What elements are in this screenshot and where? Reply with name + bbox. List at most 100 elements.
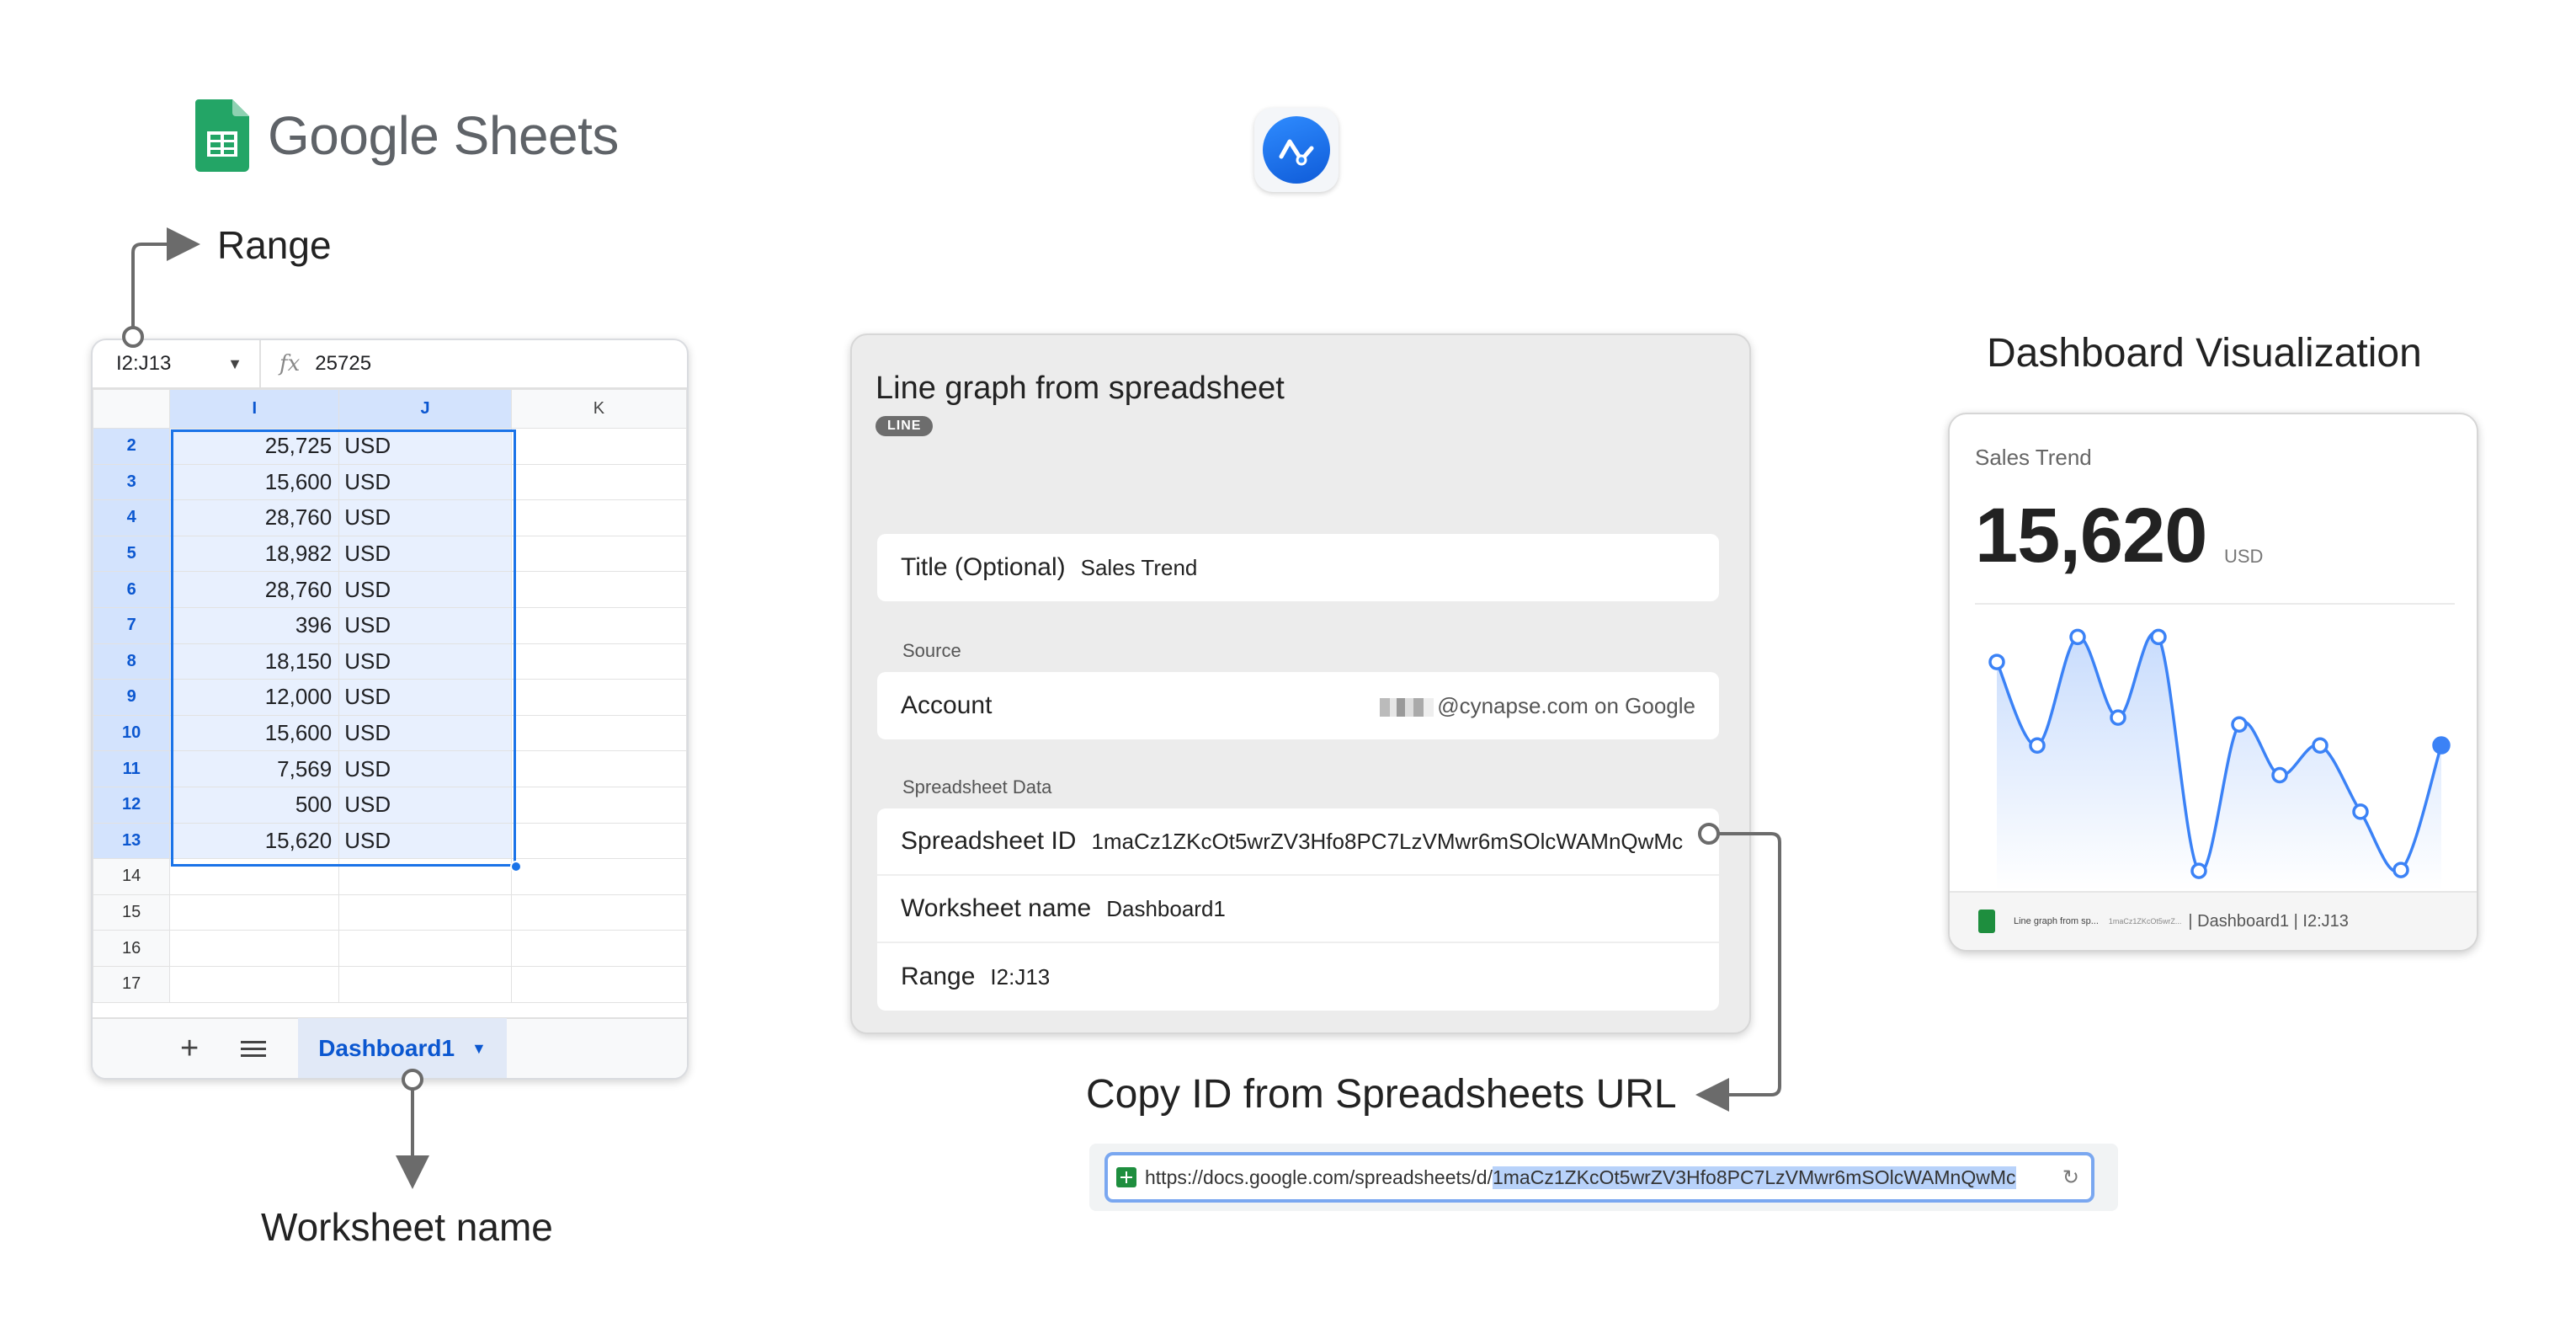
cell-j[interactable]: USD xyxy=(338,535,512,573)
cell-j[interactable]: USD xyxy=(338,571,512,608)
spreadsheet-id-field[interactable]: Spreadsheet ID 1maCz1ZKcOt5wrZV3Hfo8PC7L… xyxy=(877,808,1719,876)
google-sheets-wordmark: Google Sheets xyxy=(268,105,619,166)
select-all-corner[interactable] xyxy=(93,389,171,429)
cell-i[interactable]: 500 xyxy=(169,786,340,824)
cell-i[interactable]: 12,000 xyxy=(169,679,340,716)
name-box[interactable]: I2:J13 ▼ xyxy=(93,340,261,387)
cell-i[interactable]: 15,620 xyxy=(169,822,340,860)
cell-k[interactable] xyxy=(510,499,687,536)
fx-icon: fx xyxy=(279,351,301,376)
cell-i[interactable]: 7,569 xyxy=(169,750,340,787)
row-header[interactable]: 12 xyxy=(93,786,171,824)
cell-i[interactable]: 396 xyxy=(169,606,340,644)
card-title: Sales Trend xyxy=(1975,445,2092,470)
cell-i[interactable]: 15,600 xyxy=(169,714,340,752)
cell-k[interactable] xyxy=(510,463,687,501)
range-fill-handle[interactable] xyxy=(510,861,522,872)
range-field[interactable]: Range I2:J13 xyxy=(877,943,1719,1011)
table-row: 16 xyxy=(93,930,687,967)
row-header[interactable]: 5 xyxy=(93,535,171,573)
cell-j[interactable]: USD xyxy=(338,750,512,787)
cell-j[interactable]: USD xyxy=(338,679,512,716)
cell-k[interactable] xyxy=(510,428,687,465)
cell-k[interactable] xyxy=(510,858,687,895)
cell-i[interactable]: 18,982 xyxy=(169,535,340,573)
url-bar[interactable]: https://docs.google.com/spreadsheets/d/1… xyxy=(1104,1152,2094,1203)
cell-j[interactable]: USD xyxy=(338,822,512,860)
row-header[interactable]: 9 xyxy=(93,679,171,716)
row-header[interactable]: 17 xyxy=(93,965,171,1003)
all-sheets-icon[interactable] xyxy=(241,1040,267,1057)
column-header-i[interactable]: I xyxy=(169,389,340,429)
cell-k[interactable] xyxy=(510,571,687,608)
account-field[interactable]: Account @cynapse.com on Google xyxy=(877,672,1719,739)
cell-k[interactable] xyxy=(510,714,687,752)
table-row: 11 7,569 USD xyxy=(93,750,687,787)
sheet-tab-dashboard1[interactable]: Dashboard1 ▼ xyxy=(298,1018,507,1078)
row-header[interactable]: 13 xyxy=(93,822,171,860)
google-sheets-icon xyxy=(195,99,249,172)
row-header[interactable]: 8 xyxy=(93,643,171,680)
cell-j[interactable] xyxy=(338,858,512,895)
cell-k[interactable] xyxy=(510,786,687,824)
copy-id-callout-label: Copy ID from Spreadsheets URL xyxy=(1086,1072,1677,1117)
cell-j[interactable]: USD xyxy=(338,428,512,465)
cell-j[interactable]: USD xyxy=(338,499,512,536)
cell-i[interactable]: 18,150 xyxy=(169,643,340,680)
cell-k[interactable] xyxy=(510,822,687,860)
reload-icon[interactable]: ↻ xyxy=(2062,1166,2079,1190)
cell-k[interactable] xyxy=(510,930,687,967)
column-header-k[interactable]: K xyxy=(510,389,687,429)
chart-point-9 xyxy=(2271,766,2288,784)
row-header[interactable]: 16 xyxy=(93,930,171,967)
cell-k[interactable] xyxy=(510,606,687,644)
account-field-value: @cynapse.com on Google xyxy=(1380,693,1695,719)
row-header[interactable]: 11 xyxy=(93,750,171,787)
cell-i[interactable] xyxy=(169,894,340,931)
row-header[interactable]: 2 xyxy=(93,428,171,465)
cell-k[interactable] xyxy=(510,750,687,787)
worksheet-name-value[interactable]: Dashboard1 xyxy=(1106,896,1226,922)
cell-k[interactable] xyxy=(510,965,687,1003)
cell-j[interactable] xyxy=(338,930,512,967)
title-field[interactable]: Title (Optional) Sales Trend xyxy=(877,534,1719,601)
spreadsheet-id-value[interactable]: 1maCz1ZKcOt5wrZV3Hfo8PC7LzVMwr6mSOlcWAMn… xyxy=(1091,829,1683,855)
cell-i[interactable] xyxy=(169,965,340,1003)
row-header[interactable]: 4 xyxy=(93,499,171,536)
cell-i[interactable]: 25,725 xyxy=(169,428,340,465)
cell-k[interactable] xyxy=(510,535,687,573)
row-header[interactable]: 3 xyxy=(93,463,171,501)
range-value[interactable]: I2:J13 xyxy=(990,964,1050,990)
cell-k[interactable] xyxy=(510,643,687,680)
cell-j[interactable]: USD xyxy=(338,606,512,644)
title-field-value[interactable]: Sales Trend xyxy=(1081,555,1198,581)
cell-j[interactable]: USD xyxy=(338,786,512,824)
formula-value[interactable]: 25725 xyxy=(315,352,371,376)
cell-j[interactable] xyxy=(338,965,512,1003)
row-header[interactable]: 10 xyxy=(93,714,171,752)
add-sheet-icon[interactable]: + xyxy=(180,1031,199,1067)
row-header[interactable]: 15 xyxy=(93,894,171,931)
range-connector xyxy=(122,227,200,348)
cell-i[interactable] xyxy=(169,930,340,967)
chart-point-12 xyxy=(2392,862,2409,878)
url-spreadsheet-id-selected[interactable]: 1maCz1ZKcOt5wrZV3Hfo8PC7LzVMwr6mSOlcWAMn… xyxy=(1492,1166,2016,1189)
cell-i[interactable]: 28,760 xyxy=(169,571,340,608)
cell-j[interactable] xyxy=(338,894,512,931)
cell-k[interactable] xyxy=(510,894,687,931)
table-row: 10 15,600 USD xyxy=(93,714,687,752)
cell-k[interactable] xyxy=(510,679,687,716)
worksheet-name-field[interactable]: Worksheet name Dashboard1 xyxy=(877,876,1719,943)
row-header[interactable]: 7 xyxy=(93,606,171,644)
cell-i[interactable] xyxy=(169,858,340,895)
row-header[interactable]: 14 xyxy=(93,858,171,895)
range-callout-label: Range xyxy=(217,223,332,267)
card-value: 15,620 xyxy=(1975,493,2207,579)
row-header[interactable]: 6 xyxy=(93,571,171,608)
cell-i[interactable]: 15,600 xyxy=(169,463,340,501)
cell-j[interactable]: USD xyxy=(338,463,512,501)
cell-j[interactable]: USD xyxy=(338,643,512,680)
cell-i[interactable]: 28,760 xyxy=(169,499,340,536)
cell-j[interactable]: USD xyxy=(338,714,512,752)
column-header-j[interactable]: J xyxy=(338,389,512,429)
